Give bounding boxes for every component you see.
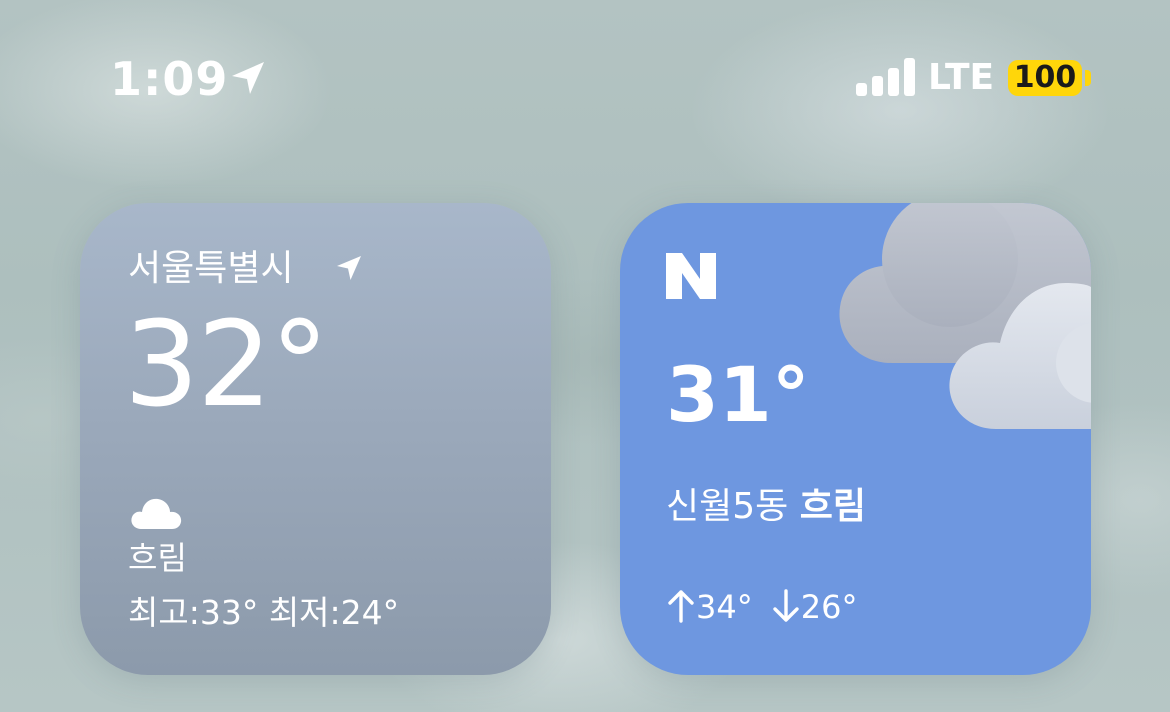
- naver-weather-widget[interactable]: 31° 신월5동 흐림 34° 26°: [620, 203, 1091, 675]
- current-location-icon: [337, 256, 361, 280]
- naver-low-temperature: 26°: [800, 588, 858, 626]
- naver-high-low: 34° 26°: [666, 587, 857, 627]
- network-type-label: LTE: [928, 57, 995, 98]
- status-bar: 1:09 LTE 100: [0, 0, 1170, 150]
- naver-location-name: 신월5동: [666, 486, 789, 527]
- arrow-up-icon: [668, 590, 694, 623]
- naver-current-temperature: 31°: [666, 350, 810, 439]
- current-temperature: 32°: [124, 295, 329, 433]
- naver-high-temperature: 34°: [696, 588, 753, 626]
- clock-time: 1:09: [110, 52, 229, 106]
- naver-n-logo: [666, 253, 716, 299]
- cellular-signal-icon: [856, 58, 916, 96]
- weather-condition-label: 흐림: [128, 539, 187, 577]
- battery-indicator: 100: [1008, 60, 1082, 96]
- arrow-down-icon: [773, 589, 799, 622]
- weather-location-name: 서울특별시: [128, 248, 294, 289]
- naver-location-condition: 신월5동 흐림: [666, 485, 866, 529]
- apple-weather-widget[interactable]: 서울특별시 32° 흐림 최고:33° 최저:24°: [80, 203, 551, 675]
- battery-cap-icon: [1085, 70, 1091, 86]
- cloud-icon: [131, 498, 182, 529]
- location-services-icon: [232, 62, 264, 94]
- naver-condition-label: 흐림: [799, 486, 866, 527]
- high-low-temperature: 최고:33° 최저:24°: [128, 593, 400, 632]
